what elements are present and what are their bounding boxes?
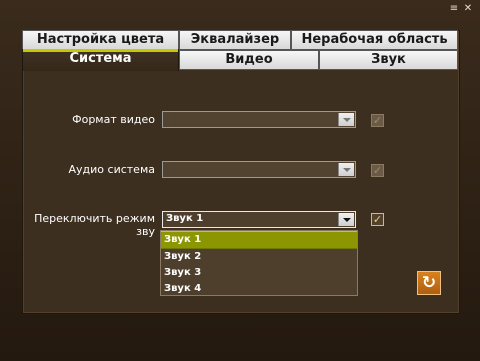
audio-system-checkbox[interactable]: ✓: [371, 164, 384, 177]
tab-system[interactable]: Система: [22, 49, 179, 71]
audio-system-label: Аудио система: [68, 163, 155, 176]
tab-label: Эквалайзер: [190, 32, 280, 47]
close-icon[interactable]: ✕: [463, 4, 473, 14]
tab-color-settings[interactable]: Настройка цвета: [22, 30, 179, 50]
dropdown-option[interactable]: Звук 1: [161, 231, 357, 249]
sound-mode-checkbox[interactable]: ✓: [371, 213, 384, 226]
tab-label: Нерабочая область: [301, 32, 448, 47]
tab-label: Настройка цвета: [36, 32, 165, 47]
chevron-down-icon[interactable]: [338, 113, 354, 126]
sound-mode-select[interactable]: Звук 1: [162, 211, 356, 228]
menu-icon[interactable]: ≡: [449, 4, 459, 14]
video-format-select[interactable]: [162, 111, 356, 128]
chevron-down-icon[interactable]: [338, 213, 354, 226]
window-frame: ≡ ✕ Настройка цвета Эквалайзер Нерабочая…: [0, 0, 480, 361]
sound-mode-dropdown: Звук 1 Звук 2 Звук 3 Звук 4: [160, 230, 358, 296]
sound-mode-value: Звук 1: [166, 213, 204, 224]
dropdown-option[interactable]: Звук 4: [161, 281, 357, 297]
video-format-checkbox[interactable]: ✓: [371, 114, 384, 127]
tab-label: Система: [69, 51, 132, 66]
tab-video[interactable]: Видео: [179, 50, 319, 70]
active-tab-accent: [23, 49, 178, 52]
dropdown-option[interactable]: Звук 3: [161, 265, 357, 281]
audio-system-select[interactable]: [162, 161, 356, 178]
sound-mode-label: Переключить режим зву: [34, 212, 155, 238]
tab-sound[interactable]: Звук: [319, 50, 458, 70]
refresh-button[interactable]: ↻: [417, 271, 441, 295]
tab-work-area[interactable]: Нерабочая область: [291, 30, 458, 50]
refresh-icon: ↻: [421, 273, 437, 293]
dropdown-option[interactable]: Звук 2: [161, 249, 357, 265]
tab-label: Видео: [225, 52, 273, 67]
tab-label: Звук: [371, 52, 406, 67]
video-format-label: Формат видео: [72, 113, 155, 126]
tab-equalizer[interactable]: Эквалайзер: [179, 30, 291, 50]
chevron-down-icon[interactable]: [338, 163, 354, 176]
